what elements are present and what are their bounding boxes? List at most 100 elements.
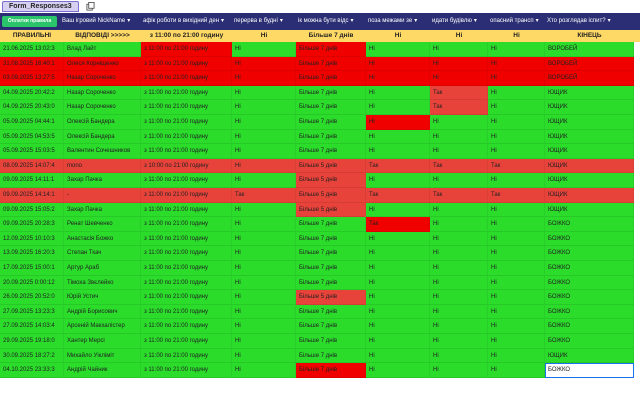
table-cell[interactable]: Ні xyxy=(366,85,430,101)
table-cell[interactable]: 05.09.2025 04:53:5 xyxy=(0,129,64,145)
table-cell[interactable]: Ні xyxy=(430,334,488,349)
table-cell[interactable]: Ні xyxy=(366,348,430,364)
table-cell[interactable]: з 11:00 по 21:00 годину xyxy=(141,173,232,188)
table-cell[interactable]: з 11:00 по 21:00 годину xyxy=(141,129,232,145)
table-cell[interactable]: з 11:00 по 21:00 годину xyxy=(141,304,232,320)
table-cell[interactable]: Ні xyxy=(488,85,545,101)
table-cell[interactable]: Олексій Бандера xyxy=(64,129,141,145)
table-cell[interactable]: Більше 7 днів xyxy=(296,304,366,320)
table-cell[interactable]: Ні xyxy=(430,144,488,159)
table-cell[interactable]: Ні xyxy=(430,261,488,276)
table-cell[interactable]: 30.09.2025 18:27:2 xyxy=(0,348,64,364)
answer-key-cell[interactable]: Більше 7 днів xyxy=(296,30,366,42)
table-cell[interactable]: Ні xyxy=(232,319,296,334)
table-cell[interactable]: 27.09.2025 13:23:3 xyxy=(0,304,64,320)
table-cell[interactable]: Ні xyxy=(488,173,545,188)
table-cell[interactable]: Юрій Устич xyxy=(64,290,141,305)
table-cell[interactable]: Ні xyxy=(488,56,545,72)
table-cell[interactable]: ЮЩИК xyxy=(545,144,634,159)
table-cell[interactable]: Ні xyxy=(488,100,545,115)
table-cell[interactable]: Влад Лайт xyxy=(64,42,141,57)
table-cell[interactable]: Більше 7 днів xyxy=(296,85,366,101)
table-cell[interactable]: Ні xyxy=(366,42,430,57)
table-cell[interactable]: Ні xyxy=(366,71,430,86)
table-cell[interactable]: 27.09.2025 14:03:4 xyxy=(0,319,64,334)
table-cell[interactable]: 09.09.2025 15:05:2 xyxy=(0,202,64,218)
column-header[interactable]: опасний трансп ▾ xyxy=(488,13,545,30)
table-cell[interactable]: Ні xyxy=(488,348,545,364)
table-cell[interactable]: з 11:00 по 21:00 годину xyxy=(141,71,232,86)
table-cell[interactable]: Ні xyxy=(488,363,545,378)
answer-key-cell[interactable]: ПРАВИЛЬНІ xyxy=(0,30,64,42)
table-cell[interactable]: Ні xyxy=(366,231,430,247)
table-cell[interactable]: Ні xyxy=(430,71,488,86)
table-cell[interactable]: ВОРОБЕЙ xyxy=(545,71,634,86)
table-cell[interactable]: 09.09.2025 14:11:1 xyxy=(0,173,64,188)
table-cell[interactable]: Ні xyxy=(232,348,296,364)
table-cell[interactable]: ЮЩИК xyxy=(545,158,634,174)
table-cell[interactable]: Андрій Борисович xyxy=(64,304,141,320)
dropdown-arrow-icon[interactable]: ▾ xyxy=(221,13,224,30)
table-cell[interactable]: з 11:00 по 21:00 годину xyxy=(141,100,232,115)
table-cell[interactable]: БОЖКО xyxy=(545,319,634,334)
table-cell[interactable]: з 11:00 по 21:00 годину xyxy=(141,217,232,232)
table-cell[interactable]: БОЖКО xyxy=(545,231,634,247)
table-cell[interactable]: Ні xyxy=(488,129,545,145)
copy-sheet-icon[interactable] xyxy=(86,2,95,11)
table-cell[interactable]: Ні xyxy=(232,56,296,72)
table-cell[interactable]: Ні xyxy=(232,261,296,276)
table-cell[interactable]: БОЖКО xyxy=(545,290,634,305)
answer-key-cell[interactable]: КІНЕЦЬ xyxy=(545,30,634,42)
table-cell[interactable]: Ні xyxy=(430,202,488,218)
table-cell[interactable]: з 11:00 по 21:00 годину xyxy=(141,188,232,203)
table-cell[interactable]: Більше 7 днів xyxy=(296,115,366,130)
answer-key-cell[interactable]: Ні xyxy=(232,30,296,42)
table-cell[interactable]: БОЖКО xyxy=(545,217,634,232)
table-cell[interactable]: Ні xyxy=(430,319,488,334)
column-header[interactable]: ік можна бути відс ▾ xyxy=(296,13,366,30)
dropdown-arrow-icon[interactable]: ▾ xyxy=(350,13,353,30)
table-cell[interactable]: Більше 7 днів xyxy=(296,71,366,86)
table-cell[interactable]: Захар Пачка xyxy=(64,202,141,218)
table-cell[interactable]: Ні xyxy=(430,129,488,145)
table-cell[interactable]: Ні xyxy=(488,261,545,276)
dropdown-arrow-icon[interactable]: ▾ xyxy=(608,13,611,30)
table-cell[interactable]: з 11:00 по 21:00 годину xyxy=(141,42,232,57)
table-cell[interactable]: Назар Сорочeнко xyxy=(64,100,141,115)
table-cell[interactable]: ВОРОБЕЙ xyxy=(545,42,634,57)
table-cell[interactable]: mono xyxy=(64,158,141,174)
table-cell[interactable]: БОЖКО xyxy=(545,261,634,276)
table-cell[interactable]: Арсеній Макхалістер xyxy=(64,319,141,334)
table-cell[interactable]: Більше 7 днів xyxy=(296,56,366,72)
table-cell[interactable]: Ні xyxy=(232,275,296,291)
table-cell[interactable]: з 11:00 по 21:00 годину xyxy=(141,348,232,364)
table-cell[interactable]: з 11:00 по 21:00 годину xyxy=(141,319,232,334)
answer-key-cell[interactable]: з 11:00 по 21:00 годину xyxy=(141,30,232,42)
table-cell[interactable]: Більше 7 днів xyxy=(296,217,366,232)
table-cell[interactable]: Так xyxy=(366,217,430,232)
table-cell[interactable]: Більше 5 днів xyxy=(296,173,366,188)
table-cell[interactable]: з 11:00 по 21:00 годину xyxy=(141,290,232,305)
table-cell[interactable]: Більше 5 днів xyxy=(296,290,366,305)
table-cell[interactable]: ЮЩИК xyxy=(545,115,634,130)
table-cell[interactable]: БОЖКО xyxy=(545,304,634,320)
table-cell[interactable]: Ренат Шевченко xyxy=(64,217,141,232)
table-cell[interactable]: ЮЩИК xyxy=(545,202,634,218)
table-cell[interactable]: Ні xyxy=(232,334,296,349)
table-cell[interactable]: з 11:00 по 21:00 годину xyxy=(141,56,232,72)
dropdown-arrow-icon[interactable]: ▾ xyxy=(414,13,417,30)
table-cell[interactable]: Ні xyxy=(366,290,430,305)
table-cell[interactable]: Більше 7 днів xyxy=(296,319,366,334)
dropdown-arrow-icon[interactable]: ▾ xyxy=(280,13,283,30)
table-cell[interactable]: з 11:00 по 21:00 годину xyxy=(141,261,232,276)
table-cell[interactable]: 05.09.2025 15:03:5 xyxy=(0,144,64,159)
table-cell[interactable]: з 11:00 по 21:00 годину xyxy=(141,144,232,159)
table-cell[interactable]: Більше 7 днів xyxy=(296,129,366,145)
table-cell[interactable]: Ні xyxy=(232,304,296,320)
table-cell[interactable]: Ні xyxy=(366,100,430,115)
table-cell[interactable]: Ні xyxy=(366,334,430,349)
table-cell[interactable]: Ні xyxy=(488,290,545,305)
table-cell[interactable]: Ні xyxy=(232,363,296,378)
table-cell[interactable]: Ні xyxy=(430,231,488,247)
answer-key-cell[interactable]: ВІДПОВІДІ >>>>> xyxy=(64,30,141,42)
